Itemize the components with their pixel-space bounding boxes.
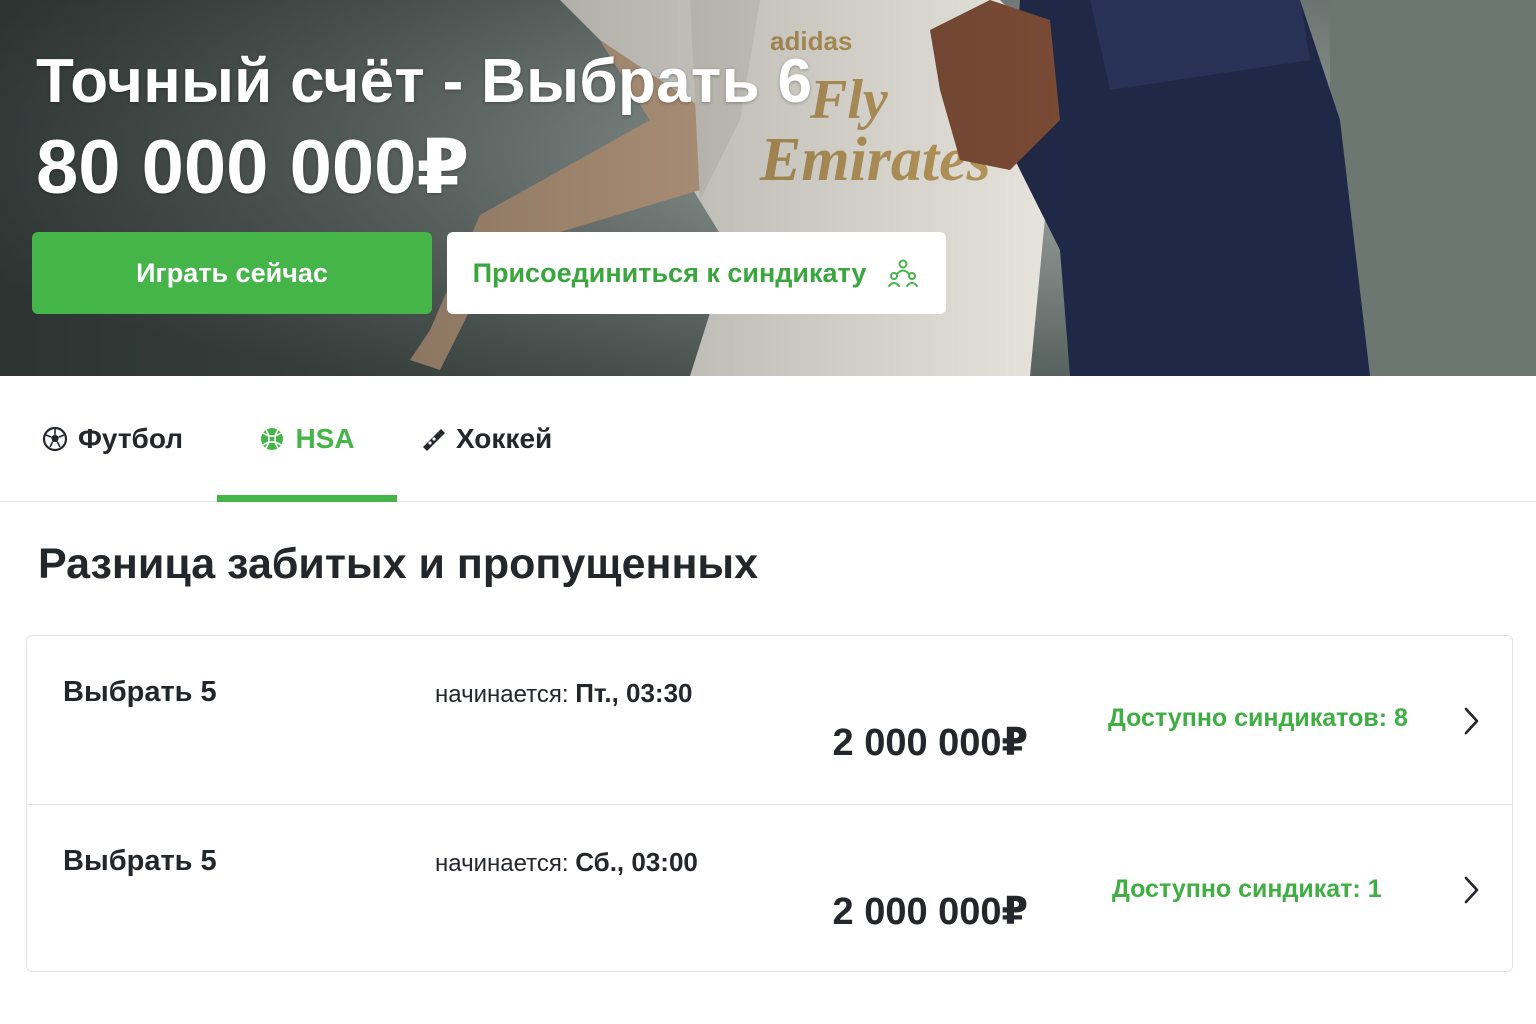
tab-hockey[interactable]: Хоккей: [420, 376, 552, 502]
hero-title: Точный счёт - Выбрать 6: [36, 47, 813, 116]
syndicates-available-link[interactable]: Доступно синдикат: 1: [1112, 875, 1382, 904]
tab-hockey-label: Хоккей: [456, 423, 553, 454]
game-start: начинается: Сб., 03:00: [435, 847, 698, 878]
game-name: Выбрать 5: [63, 845, 217, 877]
join-syndicate-button[interactable]: Присоединиться к синдикату: [447, 232, 946, 314]
hero-banner: adidas Fly Emirates Точный счёт - Выбрат…: [0, 0, 1536, 376]
tab-hsa-label: HSA: [295, 423, 355, 454]
tab-football[interactable]: Футбол: [42, 376, 183, 502]
start-label: начинается:: [435, 681, 569, 708]
play-now-button[interactable]: Играть сейчас: [32, 232, 432, 314]
game-list: Выбрать 5 начинается: Пт., 03:30 2 000 0…: [26, 635, 1513, 972]
game-prize: 2 000 000₽: [832, 722, 1029, 764]
sport-tabs: Футбол HSA Хоккей: [0, 376, 1536, 502]
game-name: Выбрать 5: [63, 676, 217, 708]
start-time: Сб., 03:00: [575, 847, 698, 877]
game-start: начинается: Пт., 03:30: [435, 678, 693, 709]
group-icon: [888, 259, 919, 287]
tab-football-label: Футбол: [78, 423, 184, 454]
start-label: начинается:: [435, 850, 569, 877]
soccer-ball-icon: [42, 426, 68, 452]
chevron-right-icon[interactable]: [1460, 873, 1482, 907]
jackpot-amount: 80 000 000₽: [36, 125, 470, 210]
game-row[interactable]: Выбрать 5 начинается: Пт., 03:30 2 000 0…: [27, 636, 1512, 804]
syndicates-available-link[interactable]: Доступно синдикатов: 8: [1108, 704, 1408, 733]
section-title: Разница забитых и пропущенных: [38, 540, 759, 588]
tab-hsa[interactable]: HSA: [217, 376, 397, 502]
game-prize: 2 000 000₽: [832, 891, 1029, 933]
join-syndicate-label: Присоединиться к синдикату: [472, 257, 867, 288]
start-time: Пт., 03:30: [575, 678, 693, 708]
hockey-stick-icon: [423, 429, 445, 451]
tennis-ball-icon: [261, 428, 284, 450]
play-now-label: Играть сейчас: [136, 257, 328, 288]
chevron-right-icon[interactable]: [1460, 704, 1482, 738]
game-row[interactable]: Выбрать 5 начинается: Сб., 03:00 2 000 0…: [27, 804, 1512, 972]
